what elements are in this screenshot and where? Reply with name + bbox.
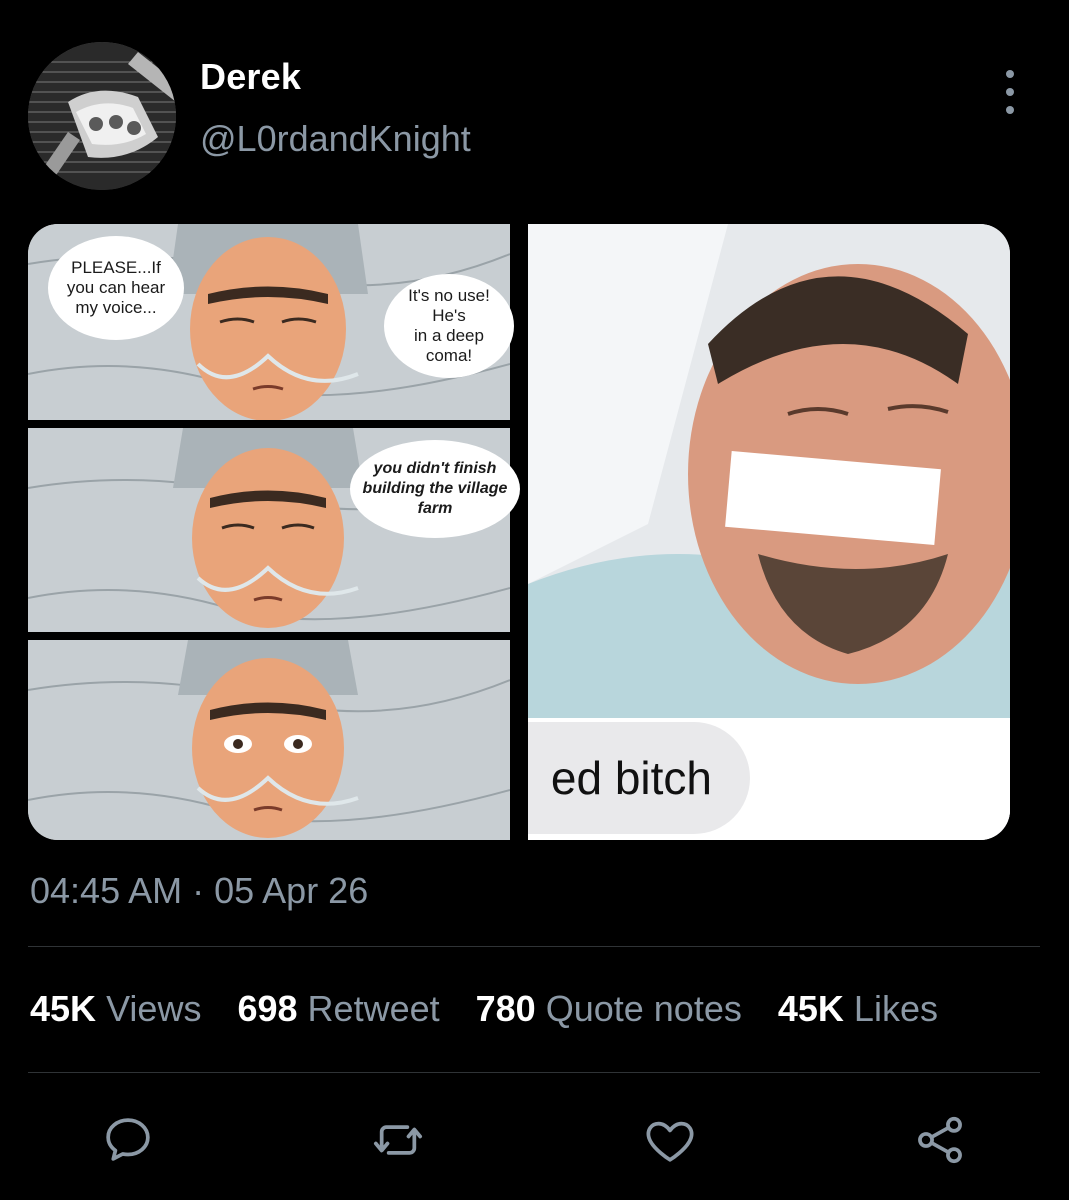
comic-image[interactable]: PLEASE...If you can hear my voice... It'… xyxy=(28,224,520,840)
reply-icon xyxy=(106,1118,150,1161)
views-label: Views xyxy=(106,988,202,1029)
comic-panel-3 xyxy=(28,640,510,840)
quotes-count: 780 xyxy=(475,988,536,1029)
stat-likes[interactable]: 45K Likes xyxy=(778,988,938,1030)
quotes-label: Quote notes xyxy=(545,988,742,1029)
more-vertical-icon xyxy=(1006,70,1014,78)
share-icon xyxy=(918,1116,962,1164)
divider xyxy=(28,946,1040,947)
like-button[interactable] xyxy=(640,1110,700,1170)
comic-panel-art xyxy=(28,640,510,840)
likes-count: 45K xyxy=(777,988,844,1029)
avatar[interactable] xyxy=(28,42,176,190)
hospital-photo[interactable]: ed bitch xyxy=(528,224,1010,840)
tweet: Derek @L0rdandKnight PLEASE...If you can… xyxy=(0,0,1069,1200)
retweet-icon xyxy=(373,1125,423,1155)
media-attachment[interactable]: PLEASE...If you can hear my voice... It'… xyxy=(28,224,1010,840)
retweet-button[interactable] xyxy=(368,1110,428,1170)
stats-row: 45K Views 698 Retweet 780 Quote notes 45… xyxy=(30,988,938,1030)
message-bubble: ed bitch xyxy=(528,722,750,834)
likes-label: Likes xyxy=(853,988,938,1029)
share-button[interactable] xyxy=(910,1110,970,1170)
stat-quotes[interactable]: 780 Quote notes xyxy=(476,988,742,1030)
timestamp[interactable]: 04:45 AM · 05 Apr 26 xyxy=(30,870,368,912)
speech-bubble-1: PLEASE...If you can hear my voice... xyxy=(48,236,184,340)
more-options-button[interactable] xyxy=(990,70,1030,114)
divider xyxy=(28,1072,1040,1073)
stat-views[interactable]: 45K Views xyxy=(30,988,201,1030)
more-vertical-icon-dot xyxy=(1006,88,1014,96)
gauntlet-image xyxy=(28,42,176,190)
speech-bubble-3: you didn't finish building the village f… xyxy=(350,440,520,538)
handle[interactable]: @L0rdandKnight xyxy=(200,118,471,160)
heart-icon xyxy=(646,1121,694,1162)
speech-bubble-2: It's no use! He's in a deep coma! xyxy=(384,274,514,378)
stat-retweets[interactable]: 698 Retweet xyxy=(237,988,439,1030)
views-count: 45K xyxy=(30,988,97,1029)
retweets-count: 698 xyxy=(237,988,298,1029)
reply-button[interactable] xyxy=(98,1110,158,1170)
more-vertical-icon-dot xyxy=(1006,106,1014,114)
retweets-label: Retweet xyxy=(307,988,440,1029)
display-name[interactable]: Derek xyxy=(200,56,301,98)
